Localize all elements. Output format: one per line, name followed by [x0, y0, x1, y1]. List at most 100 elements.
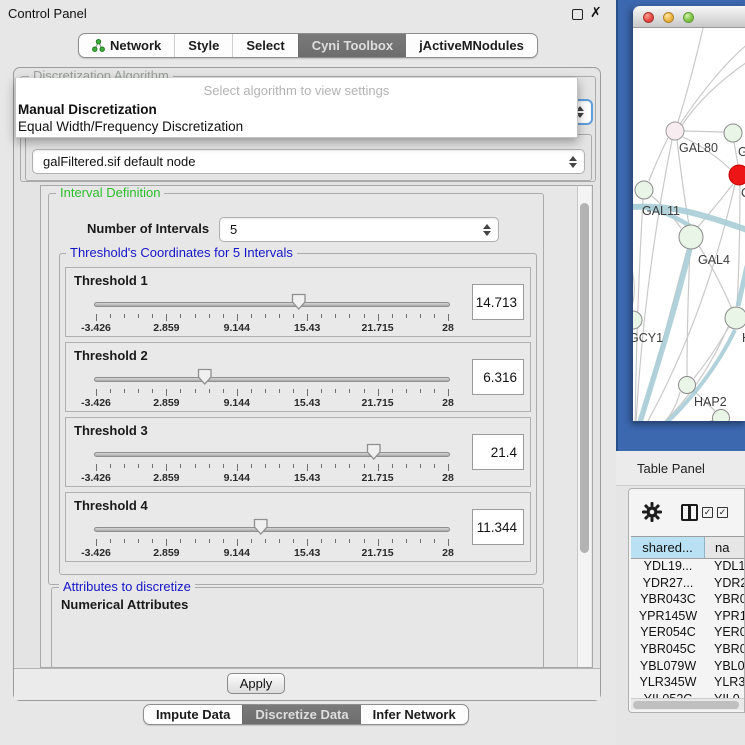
- tab-impute-data[interactable]: Impute Data: [144, 705, 242, 724]
- slider-tick: [265, 389, 266, 393]
- slider-thumb[interactable]: [197, 368, 213, 386]
- network-edge[interactable]: [635, 420, 714, 421]
- cell-shared-name[interactable]: YBL079W: [631, 659, 705, 676]
- slider-tick: [349, 314, 350, 318]
- network-edge[interactable]: [684, 131, 724, 132]
- threshold-value-field[interactable]: 11.344: [472, 509, 524, 545]
- network-node-ga[interactable]: [724, 124, 742, 142]
- tab-select[interactable]: Select: [232, 34, 297, 57]
- table-horizontal-scrollbar[interactable]: [631, 698, 745, 710]
- float-window-icon[interactable]: [572, 9, 583, 20]
- cell-name[interactable]: YER0: [705, 625, 745, 642]
- column-header-name[interactable]: na: [705, 537, 745, 558]
- network-node-gal80[interactable]: [666, 122, 684, 140]
- cell-shared-name[interactable]: YBR045C: [631, 642, 705, 659]
- attributes-group: Attributes to discretize Numerical Attri…: [51, 587, 544, 668]
- tab-jactivemnodules[interactable]: jActiveMNodules: [406, 34, 537, 57]
- slider-tick: [406, 314, 407, 318]
- table-row[interactable]: YBL079WYBL0: [631, 659, 745, 676]
- slider-tick-label: -3.426: [81, 472, 111, 484]
- apply-button[interactable]: Apply: [227, 673, 285, 694]
- table-row[interactable]: YLR345WYLR3: [631, 675, 745, 692]
- zoom-traffic-light-icon[interactable]: [683, 12, 694, 23]
- dropdown-option-equal-width[interactable]: Equal Width/Frequency Discretization: [16, 118, 577, 135]
- slider-tick: [420, 314, 421, 318]
- network-node-gal4[interactable]: [679, 225, 703, 249]
- network-view-panel: GAL80GACGAL11GAL4GCY1HHAP2: [616, 0, 745, 451]
- cell-shared-name[interactable]: YDL19...: [631, 559, 705, 576]
- cell-name[interactable]: YLR3: [705, 675, 745, 692]
- cell-shared-name[interactable]: YER054C: [631, 625, 705, 642]
- threshold-slider[interactable]: [94, 452, 450, 457]
- network-node-hap2[interactable]: [679, 377, 696, 394]
- slider-thumb[interactable]: [253, 518, 269, 536]
- threshold-slider[interactable]: [94, 377, 450, 382]
- threshold-value-field[interactable]: 14.713: [472, 284, 524, 320]
- slider-tick: [293, 539, 294, 543]
- num-intervals-combobox[interactable]: 5: [219, 217, 499, 242]
- settings-vertical-scrollbar[interactable]: [577, 186, 591, 667]
- minimize-traffic-light-icon[interactable]: [663, 12, 674, 23]
- dropdown-prompt: Select algorithm to view settings: [16, 78, 577, 101]
- slider-tick-label: 9.144: [224, 397, 250, 409]
- node-label: GAL4: [698, 253, 730, 267]
- slider-tick: [251, 539, 252, 543]
- cell-shared-name[interactable]: YPR145W: [631, 609, 705, 626]
- tab-discretize-data[interactable]: Discretize Data: [242, 705, 360, 724]
- slider-tick: [420, 389, 421, 393]
- cell-name[interactable]: YDR2: [705, 576, 745, 593]
- network-edge[interactable]: [682, 62, 745, 125]
- slider-tick: [96, 314, 97, 321]
- tab-network[interactable]: Network: [79, 34, 174, 57]
- slider-thumb[interactable]: [291, 293, 307, 311]
- table-row[interactable]: YDR27...YDR2: [631, 576, 745, 593]
- table-row[interactable]: YPR145WYPR1: [631, 609, 745, 626]
- table-data-combobox[interactable]: galFiltered.sif default node: [32, 149, 585, 174]
- cell-name[interactable]: YBR0: [705, 642, 745, 659]
- network-edge[interactable]: [633, 242, 634, 312]
- tab-style[interactable]: Style: [174, 34, 232, 57]
- table-row[interactable]: YBR043CYBR0: [631, 592, 745, 609]
- network-node-gcy1[interactable]: [633, 311, 642, 329]
- threshold-slider[interactable]: [94, 302, 450, 307]
- cell-name[interactable]: YBR0: [705, 592, 745, 609]
- network-node-h[interactable]: [725, 307, 745, 329]
- threshold-value-field[interactable]: 21.4: [472, 434, 524, 470]
- settings-scroll-area: Interval Definition Number of Intervals …: [40, 185, 593, 668]
- threshold-slider[interactable]: [94, 527, 450, 532]
- tab-cyni-toolbox[interactable]: Cyni Toolbox: [298, 34, 406, 57]
- threshold-label: Threshold 3: [74, 423, 148, 438]
- close-icon[interactable]: ✗: [590, 4, 602, 21]
- network-node[interactable]: [713, 410, 730, 422]
- checkbox-icon[interactable]: ✓: [702, 507, 713, 518]
- slider-tick: [223, 539, 224, 543]
- tab-infer-network[interactable]: Infer Network: [361, 705, 468, 724]
- checkbox-icon[interactable]: ✓: [717, 507, 728, 518]
- slider-tick: [96, 389, 97, 396]
- cell-shared-name[interactable]: YBR043C: [631, 592, 705, 609]
- column-header-shared-name[interactable]: shared...: [631, 537, 705, 558]
- table-row[interactable]: YBR045CYBR0: [631, 642, 745, 659]
- slider-tick: [279, 539, 280, 543]
- network-edge[interactable]: [635, 199, 643, 421]
- network-edge[interactable]: [678, 28, 703, 122]
- table-row[interactable]: YDL19...YDL1: [631, 559, 745, 576]
- gear-icon[interactable]: [642, 502, 662, 522]
- slider-thumb[interactable]: [366, 443, 382, 461]
- cell-shared-name[interactable]: YLR345W: [631, 675, 705, 692]
- close-traffic-light-icon[interactable]: [643, 12, 654, 23]
- slider-tick: [364, 389, 365, 393]
- table-row[interactable]: YER054CYER0: [631, 625, 745, 642]
- network-node-gal11[interactable]: [635, 181, 653, 199]
- network-canvas[interactable]: GAL80GACGAL11GAL4GCY1HHAP2: [633, 28, 745, 421]
- cell-name[interactable]: YPR1: [705, 609, 745, 626]
- cell-name[interactable]: YDL1: [705, 559, 745, 576]
- slider-tick: [364, 314, 365, 318]
- cell-shared-name[interactable]: YDR27...: [631, 576, 705, 593]
- dropdown-option-manual[interactable]: Manual Discretization: [16, 101, 577, 118]
- threshold-value-field[interactable]: 6.316: [472, 359, 524, 395]
- column-layout-icon[interactable]: [681, 504, 698, 521]
- slider-tick: [96, 464, 97, 471]
- cell-name[interactable]: YBL0: [705, 659, 745, 676]
- network-node-c[interactable]: [729, 165, 745, 185]
